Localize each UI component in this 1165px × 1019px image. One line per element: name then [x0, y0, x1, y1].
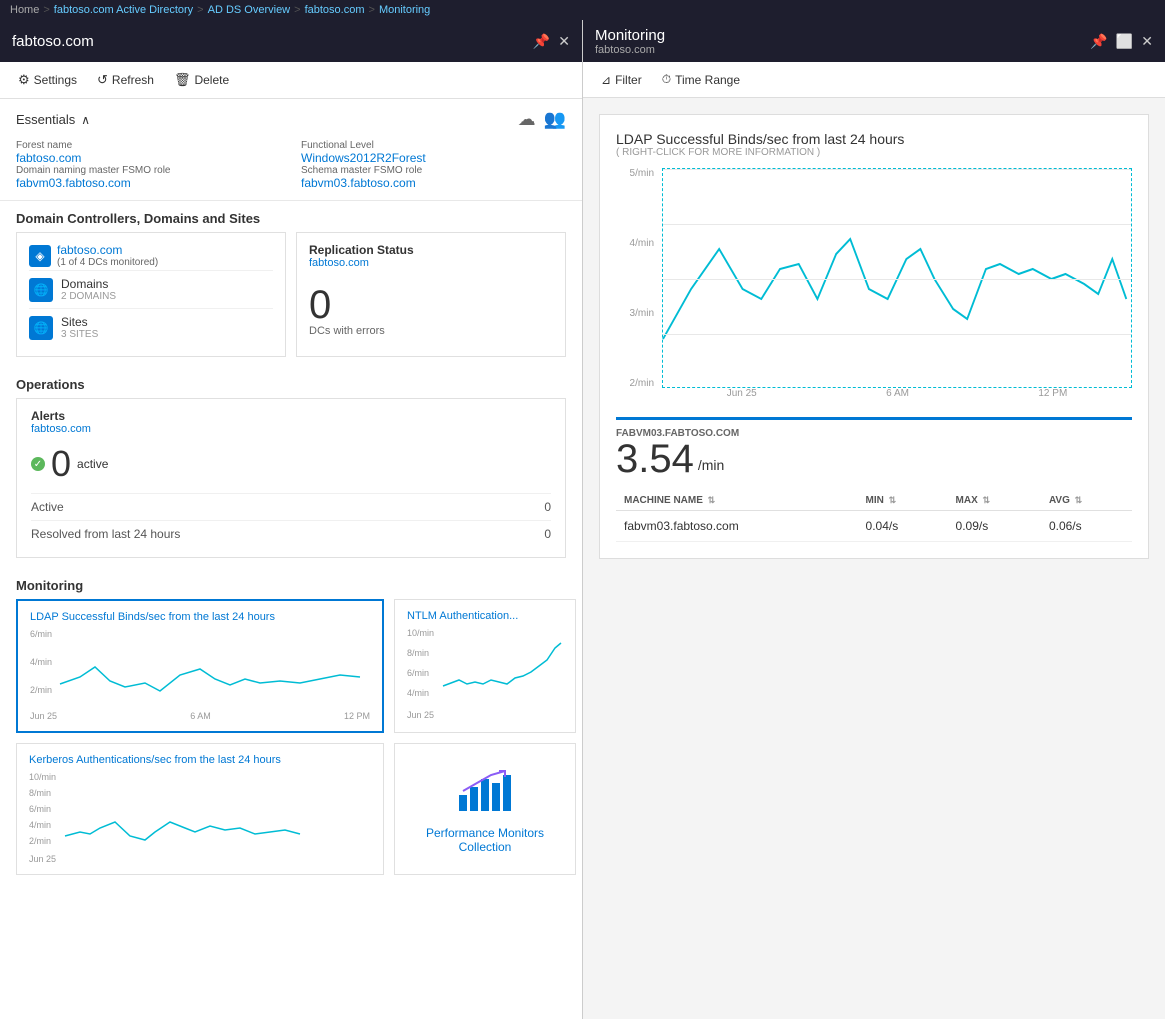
cloud-icon[interactable]: ☁ — [518, 109, 536, 130]
essentials-grid: Forest name fabtoso.com Domain naming ma… — [16, 140, 566, 190]
close-icon-right[interactable]: ✕ — [1141, 33, 1153, 50]
cell-max: 0.09/s — [948, 511, 1041, 542]
right-title-bar: Monitoring fabtoso.com 📌 ⬜ ✕ — [583, 20, 1165, 62]
users-icon[interactable]: 👥 — [544, 109, 566, 130]
col-machine: MACHINE NAME ⇅ — [616, 491, 858, 511]
left-title-bar: fabtoso.com 📌 ✕ — [0, 20, 582, 62]
ldap-sparkline — [60, 629, 370, 709]
dc-section-header: Domain Controllers, Domains and Sites — [0, 201, 582, 232]
kerberos-chart: 10/min 8/min 6/min 4/min 2/min — [29, 772, 371, 852]
green-check-icon: ✓ — [31, 457, 45, 471]
right-panel: Monitoring fabtoso.com 📌 ⬜ ✕ ⊿ Filter ⏱ … — [583, 20, 1165, 1019]
delete-button[interactable]: 🗑 Delete — [166, 68, 237, 92]
monitoring-header: Monitoring — [0, 568, 582, 599]
left-panel-title: fabtoso.com — [12, 33, 94, 50]
ntlm-chart: 10/min 8/min 6/min 4/min — [407, 628, 563, 708]
delete-icon: 🗑 — [174, 72, 191, 88]
current-value: 3.54 — [616, 439, 694, 479]
current-unit: /min — [698, 457, 724, 473]
ntlm-card[interactable]: NTLM Authentication... 10/min 8/min 6/mi… — [394, 599, 576, 733]
data-table: MACHINE NAME ⇅ MIN ⇅ MAX ⇅ AVG — [616, 491, 1132, 542]
sort-min-icon[interactable]: ⇅ — [889, 495, 897, 505]
col-avg: AVG ⇅ — [1041, 491, 1132, 511]
ntlm-sparkline — [443, 628, 563, 708]
ldap-chart: 6/min 4/min 2/min — [30, 629, 370, 709]
pin-icon[interactable]: 📌 — [533, 33, 550, 50]
ldap-card[interactable]: LDAP Successful Binds/sec from the last … — [16, 599, 384, 733]
table-row: fabvm03.fabtoso.com 0.04/s 0.09/s 0.06/s — [616, 511, 1132, 542]
close-icon[interactable]: ✕ — [558, 33, 570, 50]
resolved-row: Resolved from last 24 hours 0 — [31, 520, 551, 547]
breadcrumb-monitoring: Monitoring — [379, 4, 430, 16]
functional-level-item: Functional Level Windows2012R2Forest Sch… — [301, 140, 566, 190]
col-max: MAX ⇅ — [948, 491, 1041, 511]
domain-icon: 🌐 — [29, 278, 53, 302]
right-panel-subtitle: fabtoso.com — [595, 44, 665, 56]
perf-monitor-card[interactable]: Performance Monitors Collection — [394, 743, 576, 875]
pin-icon-right[interactable]: 📌 — [1090, 33, 1107, 50]
breadcrumb-home[interactable]: Home — [10, 4, 39, 16]
functional-level-value: Windows2012R2Forest — [301, 151, 566, 165]
right-panel-title: Monitoring — [595, 27, 665, 44]
sites-item[interactable]: 🌐 Sites 3 SITES — [29, 308, 273, 346]
left-toolbar: ⚙ Settings ↺ Refresh 🗑 Delete — [0, 62, 582, 99]
clock-icon: ⏱ — [662, 72, 671, 87]
kerberos-card[interactable]: Kerberos Authentications/sec from the la… — [16, 743, 384, 875]
filter-icon: ⊿ — [601, 73, 611, 87]
breadcrumb-overview[interactable]: AD DS Overview — [208, 4, 291, 16]
main-chart-container: LDAP Successful Binds/sec from last 24 h… — [599, 114, 1149, 559]
sites-icon: 🌐 — [29, 316, 53, 340]
right-toolbar: ⊿ Filter ⏱ Time Range — [583, 62, 1165, 98]
operations-header: Operations — [0, 367, 582, 398]
sort-max-icon[interactable]: ⇅ — [983, 495, 991, 505]
dc-icon: ◈ — [29, 245, 51, 267]
perf-monitor-label: Performance Monitors Collection — [407, 826, 563, 854]
filter-button[interactable]: ⊿ Filter — [593, 69, 650, 91]
chart-main-title: LDAP Successful Binds/sec from last 24 h… — [616, 131, 1132, 147]
domains-item[interactable]: 🌐 Domains 2 DOMAINS — [29, 270, 273, 308]
essentials-title: Essentials ∧ — [16, 112, 90, 127]
breadcrumb: Home > fabtoso.com Active Directory > AD… — [0, 0, 1165, 20]
big-chart-bg — [662, 168, 1132, 388]
chart-subtitle: ( RIGHT-CLICK FOR MORE INFORMATION ) — [616, 147, 1132, 158]
active-row: Active 0 — [31, 493, 551, 520]
refresh-button[interactable]: ↺ Refresh — [89, 68, 162, 92]
settings-button[interactable]: ⚙ Settings — [10, 68, 85, 92]
alerts-card: Alerts fabtoso.com ✓ 0 active Active 0 R… — [16, 398, 566, 558]
dc-card: ◈ fabtoso.com (1 of 4 DCs monitored) 🌐 D… — [16, 232, 286, 357]
forest-name-item: Forest name fabtoso.com Domain naming ma… — [16, 140, 281, 190]
replication-card: Replication Status fabtoso.com 0 DCs wit… — [296, 232, 566, 357]
cell-avg: 0.06/s — [1041, 511, 1132, 542]
refresh-icon: ↺ — [97, 72, 108, 88]
dc-section: ◈ fabtoso.com (1 of 4 DCs monitored) 🌐 D… — [0, 232, 582, 367]
current-value-bar: FABVM03.FABTOSO.COM 3.54 /min — [616, 417, 1132, 479]
alerts-count: 0 — [51, 443, 71, 485]
forest-name-value: fabtoso.com — [16, 151, 281, 165]
operations-section: Alerts fabtoso.com ✓ 0 active Active 0 R… — [0, 398, 582, 568]
settings-icon: ⚙ — [18, 72, 30, 88]
sort-avg-icon[interactable]: ⇅ — [1075, 495, 1083, 505]
kerberos-sparkline — [65, 772, 325, 852]
left-panel: fabtoso.com 📌 ✕ ⚙ Settings ↺ Refresh 🗑 D… — [0, 20, 583, 1019]
maximize-icon[interactable]: ⬜ — [1116, 33, 1133, 50]
collapse-icon[interactable]: ∧ — [81, 113, 90, 127]
breadcrumb-ad[interactable]: fabtoso.com Active Directory — [54, 4, 193, 16]
cell-min: 0.04/s — [858, 511, 948, 542]
breadcrumb-domain[interactable]: fabtoso.com — [305, 4, 365, 16]
big-chart-area: Jun 25 6 AM 12 PM — [662, 168, 1132, 409]
timerange-button[interactable]: ⏱ Time Range — [654, 68, 748, 91]
monitoring-section: LDAP Successful Binds/sec from the last … — [0, 599, 582, 885]
essentials-section: Essentials ∧ ☁ 👥 Forest name fabtoso.com… — [0, 99, 582, 201]
perf-monitor-icon — [455, 765, 515, 818]
cell-machine: fabvm03.fabtoso.com — [616, 511, 858, 542]
sort-machine-icon[interactable]: ⇅ — [708, 495, 716, 505]
col-min: MIN ⇅ — [858, 491, 948, 511]
